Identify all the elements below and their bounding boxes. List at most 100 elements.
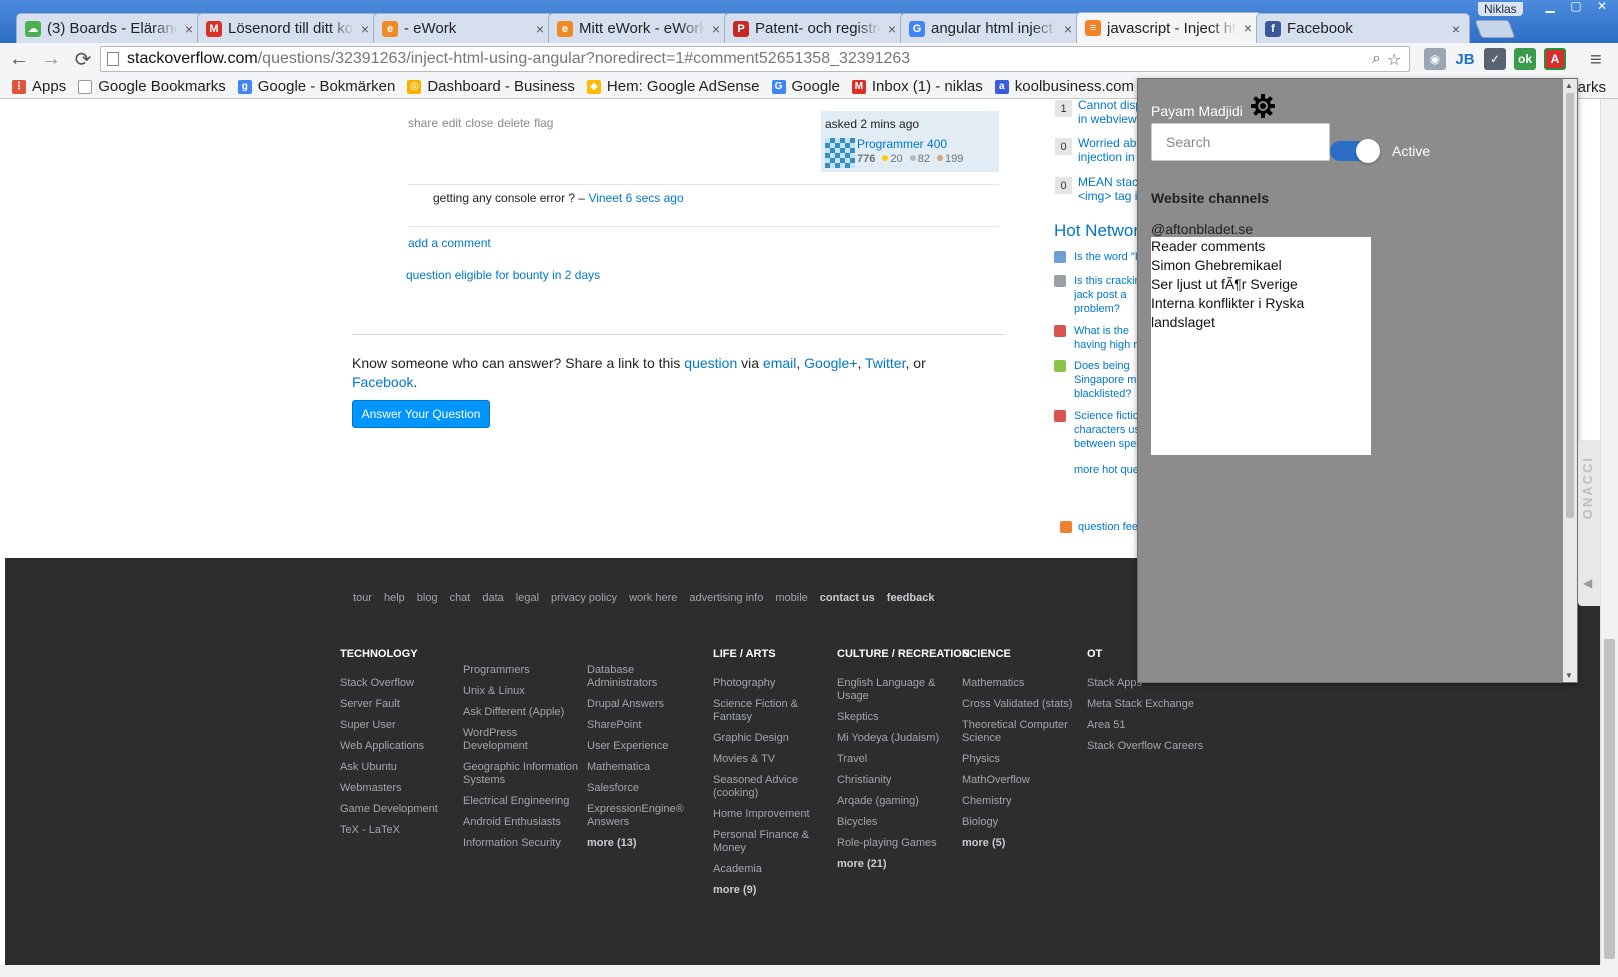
footer-site-link[interactable]: Server Fault: [340, 698, 458, 711]
jb-extension-icon[interactable]: JB: [1454, 48, 1476, 70]
footer-link[interactable]: legal: [516, 592, 539, 604]
footer-site-link[interactable]: Geographic Information Systems: [463, 761, 581, 787]
new-tab-button[interactable]: [1474, 20, 1516, 38]
footer-site-link[interactable]: Database Administrators: [587, 664, 705, 690]
angular-extension-icon[interactable]: A: [1544, 48, 1566, 70]
maximize-icon[interactable]: ▢: [1566, 0, 1586, 14]
tab-5[interactable]: Gangular html inject ×: [900, 13, 1082, 43]
bookmark-item[interactable]: M Inbox (1) - niklas: [851, 78, 983, 95]
footer-site-link[interactable]: Game Development: [340, 803, 458, 816]
tab-7[interactable]: f Facebook ×: [1256, 13, 1470, 43]
footer-site-link[interactable]: Stack Overflow Careers: [1087, 740, 1205, 753]
footer-site-link[interactable]: Home Improvement: [713, 808, 831, 821]
ok-extension-icon[interactable]: ok: [1514, 48, 1536, 70]
footer-site-link[interactable]: MathOverflow: [962, 774, 1080, 787]
footer-link[interactable]: contact us: [820, 592, 875, 604]
other-bookmarks[interactable]: arks: [1578, 79, 1606, 96]
footer-more-link[interactable]: more (13): [587, 837, 705, 850]
share-facebook-link[interactable]: Facebook: [352, 374, 413, 390]
address-bar[interactable]: stackoverflow.com/questions/32391263/inj…: [100, 46, 1410, 72]
channel-name[interactable]: @aftonbladet.se: [1151, 221, 1253, 237]
avatar[interactable]: [825, 138, 855, 168]
question-feed[interactable]: question feed: [1060, 521, 1144, 533]
footer-more-link[interactable]: more (9): [713, 884, 831, 897]
side-dock[interactable]: ONACCI ◀: [1578, 440, 1600, 606]
footer-site-link[interactable]: Area 51: [1087, 719, 1205, 732]
footer-site-link[interactable]: SharePoint: [587, 719, 705, 732]
scroll-up-icon[interactable]: ▲: [1565, 81, 1573, 90]
close-window-icon[interactable]: ✕: [1592, 0, 1612, 14]
footer-site-link[interactable]: Bicycles: [837, 816, 955, 829]
footer-site-link[interactable]: Science Fiction & Fantasy: [713, 698, 831, 724]
scrollbar-thumb[interactable]: [1604, 639, 1615, 959]
profile-name[interactable]: Niklas: [1478, 2, 1523, 16]
active-toggle[interactable]: [1330, 139, 1380, 163]
tab-close-icon[interactable]: ×: [885, 21, 899, 37]
check-extension-icon[interactable]: ✓: [1484, 48, 1506, 70]
footer-site-link[interactable]: Role-playing Games: [837, 837, 955, 850]
footer-link[interactable]: feedback: [887, 592, 935, 604]
footer-site-link[interactable]: Drupal Answers: [587, 698, 705, 711]
horizontal-scrollbar[interactable]: [0, 965, 1618, 977]
tab-close-icon[interactable]: ×: [182, 21, 196, 37]
footer-link[interactable]: mobile: [775, 592, 807, 604]
bookmark-star-icon[interactable]: ☆: [1387, 50, 1401, 70]
footer-site-link[interactable]: Super User: [340, 719, 458, 732]
back-icon[interactable]: ←: [6, 46, 32, 72]
post-menu-close[interactable]: close: [465, 116, 493, 130]
bookmark-item[interactable]: ◎ Dashboard - Business: [407, 78, 575, 95]
footer-site-link[interactable]: TeX - LaTeX: [340, 824, 458, 837]
tab-0[interactable]: ☁ (3) Boards - Elärande ×: [16, 13, 203, 43]
footer-link[interactable]: tour: [353, 592, 372, 604]
share-email-link[interactable]: email: [763, 355, 796, 371]
share-twitter-link[interactable]: Twitter: [865, 355, 905, 371]
tab-close-icon[interactable]: ×: [533, 21, 547, 37]
footer-site-link[interactable]: English Language & Usage: [837, 677, 955, 703]
footer-site-link[interactable]: Unix & Linux: [463, 685, 581, 698]
footer-site-link[interactable]: Skeptics: [837, 711, 955, 724]
footer-site-link[interactable]: Travel: [837, 753, 955, 766]
footer-site-link[interactable]: Academia: [713, 863, 831, 876]
footer-link[interactable]: work here: [629, 592, 677, 604]
footer-site-link[interactable]: Meta Stack Exchange: [1087, 698, 1205, 711]
bookmark-item[interactable]: G Google: [771, 78, 840, 95]
feed-item[interactable]: Simon Ghebremikael: [1151, 256, 1371, 275]
footer-site-link[interactable]: Information Security: [463, 837, 581, 850]
post-menu-flag[interactable]: flag: [534, 116, 553, 130]
tab-close-icon[interactable]: ×: [358, 21, 372, 37]
footer-link[interactable]: data: [482, 592, 503, 604]
post-menu-share[interactable]: share: [408, 116, 438, 130]
reload-icon[interactable]: ⟳: [70, 46, 96, 72]
popup-scrollbar-thumb[interactable]: [1566, 93, 1574, 518]
feed-item[interactable]: Reader comments: [1151, 237, 1371, 256]
forward-icon[interactable]: →: [38, 46, 64, 72]
scroll-down-icon[interactable]: ▼: [1565, 671, 1573, 680]
minimize-icon[interactable]: ▁: [1540, 0, 1560, 14]
popup-scrollbar[interactable]: ▲ ▼: [1563, 79, 1577, 682]
asker-name[interactable]: Programmer 400: [857, 137, 947, 151]
share-question-link[interactable]: question: [684, 355, 737, 371]
footer-more-link[interactable]: more (5): [962, 837, 1080, 850]
footer-link[interactable]: advertising info: [689, 592, 763, 604]
footer-site-link[interactable]: Web Applications: [340, 740, 458, 753]
tab-close-icon[interactable]: ×: [709, 21, 723, 37]
footer-site-link[interactable]: Android Enthusiasts: [463, 816, 581, 829]
share-googleplus-link[interactable]: Google+: [804, 355, 857, 371]
tab-close-icon[interactable]: ×: [1241, 20, 1255, 36]
footer-link[interactable]: privacy policy: [551, 592, 617, 604]
footer-site-link[interactable]: Ask Ubuntu: [340, 761, 458, 774]
footer-site-link[interactable]: Arqade (gaming): [837, 795, 955, 808]
footer-site-link[interactable]: Mi Yodeya (Judaism): [837, 732, 955, 745]
footer-site-link[interactable]: Biology: [962, 816, 1080, 829]
footer-site-link[interactable]: Cross Validated (stats): [962, 698, 1080, 711]
chrome-menu-icon[interactable]: ≡: [1590, 49, 1602, 72]
camera-extension-icon[interactable]: ◉: [1424, 48, 1446, 70]
footer-site-link[interactable]: Salesforce: [587, 782, 705, 795]
footer-site-link[interactable]: WordPress Development: [463, 727, 581, 753]
footer-site-link[interactable]: Christianity: [837, 774, 955, 787]
comment-author[interactable]: Vineet: [588, 191, 622, 205]
footer-site-link[interactable]: Electrical Engineering: [463, 795, 581, 808]
tab-close-icon[interactable]: ×: [1449, 21, 1463, 37]
post-menu-edit[interactable]: edit: [442, 116, 461, 130]
footer-link[interactable]: help: [384, 592, 405, 604]
